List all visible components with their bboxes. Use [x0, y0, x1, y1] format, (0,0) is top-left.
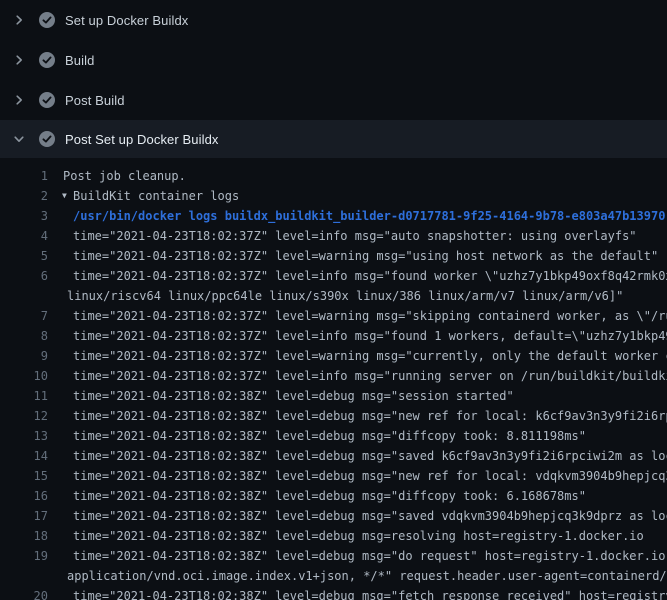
line-number[interactable]: [0, 566, 48, 586]
line-number[interactable]: 15: [0, 466, 48, 486]
line-number[interactable]: 2: [0, 186, 48, 206]
line-number[interactable]: 18: [0, 526, 48, 546]
line-number[interactable]: 10: [0, 366, 48, 386]
log-line-text: time="2021-04-23T18:02:38Z" level=debug …: [73, 466, 667, 486]
chevron-down-icon[interactable]: [13, 133, 25, 145]
log-line: 6 time="2021-04-23T18:02:37Z" level=info…: [0, 266, 667, 286]
chevron-right-icon[interactable]: [13, 94, 25, 106]
log-line-text: time="2021-04-23T18:02:38Z" level=debug …: [73, 406, 667, 426]
log-line: 19 time="2021-04-23T18:02:38Z" level=deb…: [0, 546, 667, 566]
log-line-text: time="2021-04-23T18:02:38Z" level=debug …: [73, 486, 586, 506]
log-line: 11 time="2021-04-23T18:02:38Z" level=deb…: [0, 386, 667, 406]
log-line-text: time="2021-04-23T18:02:38Z" level=debug …: [73, 526, 644, 546]
line-number[interactable]: 8: [0, 326, 48, 346]
line-number[interactable]: 17: [0, 506, 48, 526]
check-circle-icon: [38, 51, 56, 69]
line-number[interactable]: 14: [0, 446, 48, 466]
step-header[interactable]: Build: [0, 40, 667, 80]
log-panel: 1 Post job cleanup. 2 ▼BuildKit containe…: [0, 158, 667, 600]
line-number[interactable]: [0, 286, 48, 306]
log-line: 16 time="2021-04-23T18:02:38Z" level=deb…: [0, 486, 667, 506]
step-title: Build: [65, 53, 94, 68]
log-line: application/vnd.oci.image.index.v1+json,…: [0, 566, 667, 586]
log-line-text: application/vnd.oci.image.index.v1+json,…: [67, 566, 667, 586]
log-line-text: time="2021-04-23T18:02:38Z" level=debug …: [73, 446, 667, 466]
log-line: 12 time="2021-04-23T18:02:38Z" level=deb…: [0, 406, 667, 426]
line-number[interactable]: 6: [0, 266, 48, 286]
log-line-text: time="2021-04-23T18:02:37Z" level=info m…: [73, 366, 667, 386]
log-line-text: time="2021-04-23T18:02:38Z" level=debug …: [73, 386, 514, 406]
step-header[interactable]: Set up Docker Buildx: [0, 0, 667, 40]
log-line: 2 ▼BuildKit container logs: [0, 186, 667, 206]
log-line-text: linux/riscv64 linux/ppc64le linux/s390x …: [67, 286, 623, 306]
log-line: 15 time="2021-04-23T18:02:38Z" level=deb…: [0, 466, 667, 486]
line-number[interactable]: 19: [0, 546, 48, 566]
line-number[interactable]: 13: [0, 426, 48, 446]
actions-log-viewer: Set up Docker Buildx Build P: [0, 0, 667, 600]
line-number[interactable]: 7: [0, 306, 48, 326]
log-line-text: time="2021-04-23T18:02:37Z" level=warnin…: [73, 246, 658, 266]
log-line: 10 time="2021-04-23T18:02:37Z" level=inf…: [0, 366, 667, 386]
check-circle-icon: [38, 130, 56, 148]
log-line-text: /usr/bin/docker logs buildx_buildkit_bui…: [73, 206, 665, 226]
log-line: 4 time="2021-04-23T18:02:37Z" level=info…: [0, 226, 667, 246]
step-title: Post Build: [65, 93, 125, 108]
log-line: 20 time="2021-04-23T18:02:38Z" level=deb…: [0, 586, 667, 600]
line-number[interactable]: 3: [0, 206, 48, 226]
log-line: 1 Post job cleanup.: [0, 166, 667, 186]
step-title: Post Set up Docker Buildx: [65, 132, 219, 147]
log-line-text: Post job cleanup.: [63, 166, 186, 186]
log-line-text: time="2021-04-23T18:02:37Z" level=info m…: [73, 326, 667, 346]
log-line-text: time="2021-04-23T18:02:38Z" level=debug …: [73, 506, 667, 526]
log-line-text: time="2021-04-23T18:02:38Z" level=debug …: [73, 586, 667, 600]
log-line-text: time="2021-04-23T18:02:38Z" level=debug …: [73, 426, 586, 446]
log-line: 17 time="2021-04-23T18:02:38Z" level=deb…: [0, 506, 667, 526]
line-number[interactable]: 1: [0, 166, 48, 186]
line-number[interactable]: 5: [0, 246, 48, 266]
line-number[interactable]: 16: [0, 486, 48, 506]
line-number[interactable]: 4: [0, 226, 48, 246]
log-line-text: time="2021-04-23T18:02:37Z" level=warnin…: [73, 306, 667, 326]
log-line: 7 time="2021-04-23T18:02:37Z" level=warn…: [0, 306, 667, 326]
chevron-right-icon[interactable]: [13, 54, 25, 66]
log-line: 14 time="2021-04-23T18:02:38Z" level=deb…: [0, 446, 667, 466]
step-title: Set up Docker Buildx: [65, 13, 188, 28]
log-line: 5 time="2021-04-23T18:02:37Z" level=warn…: [0, 246, 667, 266]
line-number[interactable]: 20: [0, 586, 48, 600]
chevron-right-icon[interactable]: [13, 14, 25, 26]
log-line-text: BuildKit container logs: [73, 186, 239, 206]
step-header[interactable]: Post Build: [0, 80, 667, 120]
step-header[interactable]: Post Set up Docker Buildx: [0, 120, 667, 158]
log-line: 13 time="2021-04-23T18:02:38Z" level=deb…: [0, 426, 667, 446]
log-line-text: time="2021-04-23T18:02:37Z" level=info m…: [73, 266, 667, 286]
line-number[interactable]: 12: [0, 406, 48, 426]
log-line: 3 /usr/bin/docker logs buildx_buildkit_b…: [0, 206, 667, 226]
log-line: 9 time="2021-04-23T18:02:37Z" level=warn…: [0, 346, 667, 366]
log-line: 18 time="2021-04-23T18:02:38Z" level=deb…: [0, 526, 667, 546]
line-number[interactable]: 9: [0, 346, 48, 366]
check-circle-icon: [38, 11, 56, 29]
log-line-text: time="2021-04-23T18:02:37Z" level=warnin…: [73, 346, 667, 366]
group-toggle-icon[interactable]: ▼: [62, 186, 70, 206]
log-line: 8 time="2021-04-23T18:02:37Z" level=info…: [0, 326, 667, 346]
log-line: linux/riscv64 linux/ppc64le linux/s390x …: [0, 286, 667, 306]
log-line-text: time="2021-04-23T18:02:37Z" level=info m…: [73, 226, 637, 246]
steps-list: Set up Docker Buildx Build P: [0, 0, 667, 158]
line-number[interactable]: 11: [0, 386, 48, 406]
check-circle-icon: [38, 91, 56, 109]
log-line-text: time="2021-04-23T18:02:38Z" level=debug …: [73, 546, 667, 566]
